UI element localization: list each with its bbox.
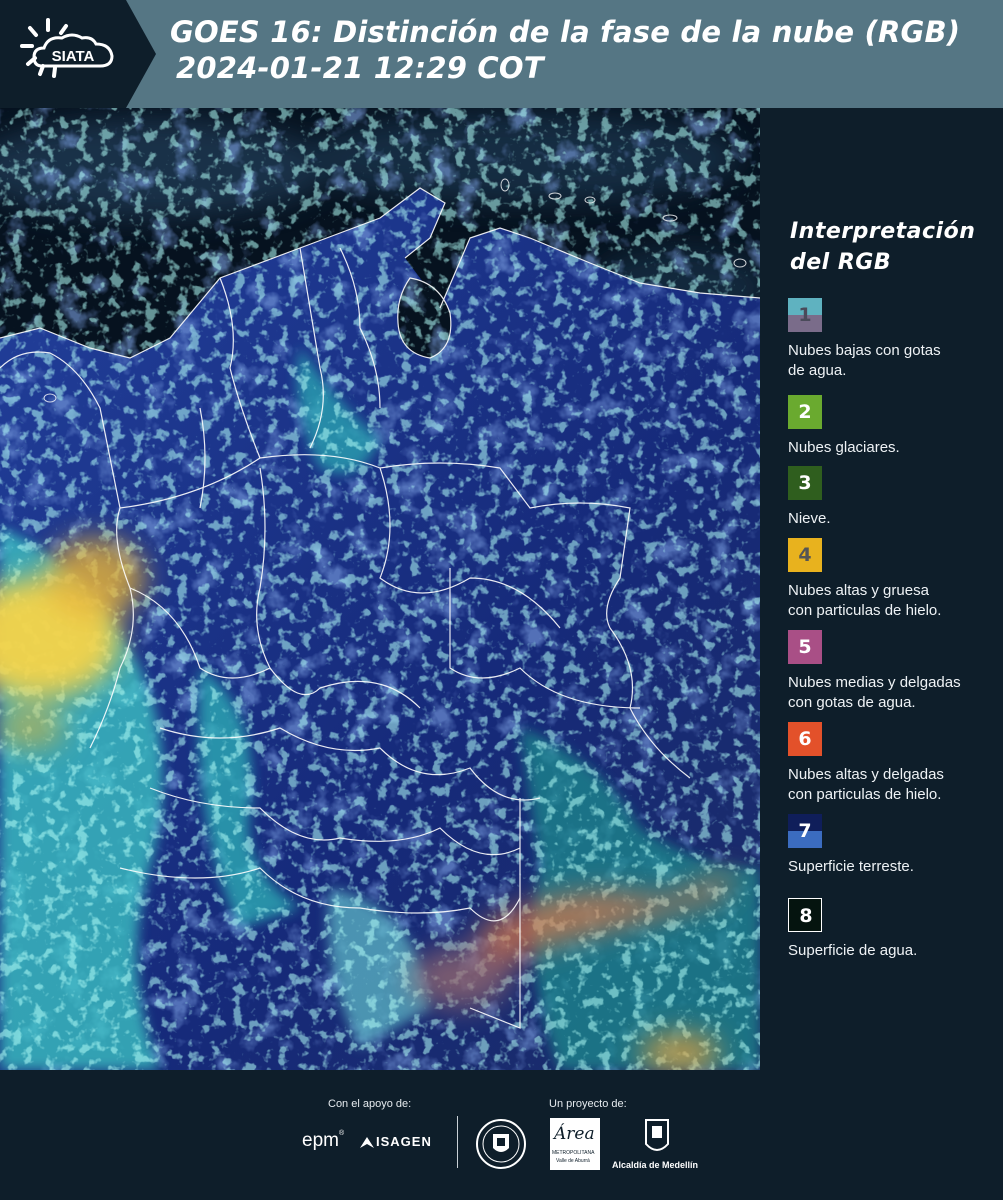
support-label: Con el apoyo de:	[328, 1098, 412, 1110]
legend-label-line1: Nubes altas y delgadas	[788, 766, 944, 783]
epm-logo: epm®	[302, 1130, 345, 1151]
footer: Con el apoyo de: Un proyecto de: epm® IS…	[0, 1070, 1003, 1200]
metropolitana-text: METROPOLITANA	[552, 1150, 595, 1156]
footer-divider	[457, 1116, 458, 1168]
legend-number: 1	[798, 304, 812, 326]
alcaldia-text: Alcaldía de Medellín	[612, 1160, 699, 1170]
legend-item-5: 5 Nubes medias y delgadas con gotas de agu…	[788, 630, 998, 713]
legend-number: 3	[798, 472, 812, 494]
legend-label-line1: Nubes medias y delgadas	[788, 674, 961, 691]
legend-swatch: 8	[788, 898, 822, 932]
legend-number: 6	[798, 728, 812, 750]
legend-title: Interpretación del RGB	[790, 219, 976, 275]
alcaldia-shield-icon	[645, 1119, 669, 1151]
legend-swatch: 3	[788, 466, 822, 500]
legend-label-line2: con particulas de hielo.	[788, 602, 942, 619]
area-text: Área	[554, 1124, 595, 1144]
legend-swatch: 7	[788, 814, 822, 848]
legend-label-line1: Nubes glaciares.	[788, 439, 900, 456]
legend-item-7: 7 Superficie terreste.	[788, 814, 998, 877]
isagen-icon	[360, 1137, 374, 1148]
legend-swatch: 5	[788, 630, 822, 664]
legend-number: 8	[799, 905, 813, 927]
area-metropolitana-logo: Área METROPOLITANA Valle de Aburrá	[550, 1118, 600, 1170]
title-line-1: GOES 16: Distinción de la fase de la nub…	[170, 15, 961, 49]
legend-swatch: 6	[788, 722, 822, 756]
university-seal-icon	[476, 1119, 526, 1169]
title-line-2: 2024-01-21 12:29 COT	[176, 51, 544, 85]
legend-swatch: 4	[788, 538, 822, 572]
legend-label-line1: Nubes altas y gruesa	[788, 582, 929, 599]
legend-item-4: 4 Nubes altas y gruesa con particulas de h…	[788, 538, 998, 621]
isagen-text: ISAGEN	[376, 1134, 432, 1149]
page-title: GOES 16: Distinción de la fase de la nub…	[170, 14, 960, 86]
header-bar: SIATA GOES 16: Distinción de la fase de …	[0, 0, 1003, 108]
siata-logo: SIATA	[0, 0, 156, 108]
legend-label-line2: de agua.	[788, 362, 847, 379]
satellite-map	[0, 108, 760, 1070]
legend-label: Superficie de agua.	[788, 941, 998, 961]
project-label: Un proyecto de:	[549, 1098, 627, 1110]
logo-text: SIATA	[52, 48, 95, 65]
legend-number: 5	[798, 636, 812, 658]
legend-label: Nubes altas y delgadas con particulas de …	[788, 765, 998, 805]
valle-text: Valle de Aburrá	[556, 1158, 590, 1164]
legend-panel: Interpretación del RGB 1 Nubes bajas con …	[770, 108, 1003, 1070]
legend-label: Superficie terreste.	[788, 857, 998, 877]
legend-item-6: 6 Nubes altas y delgadas con particulas de…	[788, 722, 998, 805]
legend-label-line2: con particulas de hielo.	[788, 786, 942, 803]
legend-label: Nubes glaciares.	[788, 438, 998, 458]
legend-item-1: 1 Nubes bajas con gotas de agua.	[788, 298, 998, 381]
legend-item-3: 3 Nieve.	[788, 466, 998, 529]
legend-number: 2	[798, 401, 812, 423]
legend-number: 7	[798, 820, 812, 842]
legend-label: Nieve.	[788, 509, 998, 529]
legend-number: 4	[798, 544, 812, 566]
legend-item-2: 2 Nubes glaciares.	[788, 395, 998, 458]
legend-label-line1: Superficie terreste.	[788, 858, 914, 875]
legend-label: Nubes bajas con gotas de agua.	[788, 341, 998, 381]
legend-swatch: 1	[788, 298, 822, 332]
legend-label-line1: Superficie de agua.	[788, 942, 918, 959]
epm-text: epm	[302, 1130, 339, 1151]
legend-label: Nubes altas y gruesa con particulas de hi…	[788, 581, 998, 621]
legend-label: Nubes medias y delgadas con gotas de agua…	[788, 673, 998, 713]
legend-item-8: 8 Superficie de agua.	[788, 898, 998, 961]
legend-label-line1: Nubes bajas con gotas	[788, 342, 941, 359]
isagen-logo: ISAGEN	[358, 1132, 440, 1154]
legend-label-line1: Nieve.	[788, 510, 831, 527]
legend-label-line2: con gotas de agua.	[788, 694, 916, 711]
legend-swatch: 2	[788, 395, 822, 429]
